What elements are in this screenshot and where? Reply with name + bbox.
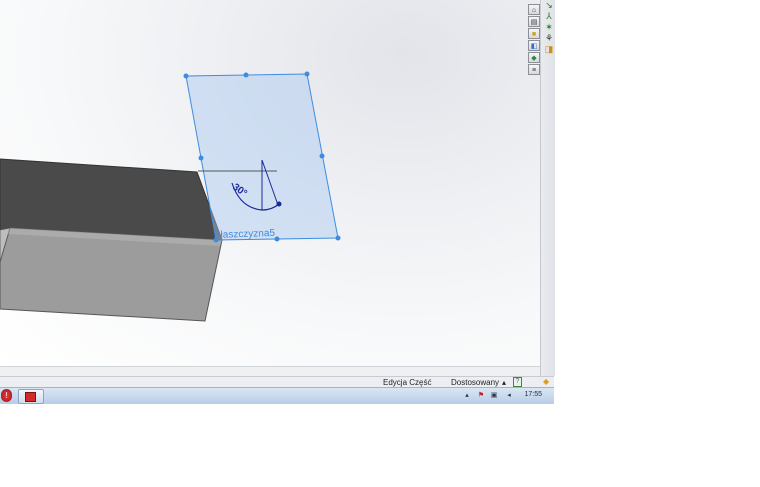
plane-handle <box>198 155 204 161</box>
tray-expand-arrow[interactable]: ▴ <box>463 392 471 400</box>
model-canvas[interactable]: 30° Płaszczyzna5 <box>0 0 540 366</box>
task-pane-tabs: ⌂ ▤ ■ ◧ ◆ ≡ <box>528 4 542 76</box>
edit-mode-label: Edycja Część <box>383 378 432 387</box>
orientation-icon[interactable]: ↘ <box>543 0 555 11</box>
units-dropdown-arrow[interactable]: ▴ <box>502 378 506 387</box>
graphics-viewport[interactable]: 30° Płaszczyzna5 <box>0 0 540 366</box>
view-tools: ↘ ⅄ ✶ ⚘ ◨ <box>543 0 555 55</box>
palette-icon[interactable]: ◆ <box>528 52 540 63</box>
plane-handle <box>304 71 310 77</box>
network-icon[interactable]: ▣ <box>490 392 498 400</box>
axes-icon[interactable]: ⅄ <box>543 11 555 22</box>
help-icon[interactable]: ? <box>513 377 522 387</box>
solidworks-taskbar-button[interactable] <box>18 389 44 404</box>
plane-handle <box>335 235 341 241</box>
plane-handle <box>243 72 249 78</box>
lights-icon[interactable]: ✶ <box>543 22 555 33</box>
block-top-face[interactable] <box>0 158 223 241</box>
appearance-icon[interactable]: ◧ <box>528 40 540 51</box>
folder-icon[interactable]: ■ <box>528 28 540 39</box>
rebuild-icon[interactable]: ◆ <box>543 377 549 386</box>
plane-handle <box>274 236 280 242</box>
scene-icon[interactable]: ⚘ <box>543 33 555 44</box>
volume-icon[interactable]: ◂ <box>505 392 513 400</box>
stop-icon[interactable]: ! <box>1 389 12 402</box>
taskbar: ! ▴ ⚑ ▣ ◂ 17:55 <box>0 387 554 404</box>
right-panel-edge <box>540 0 555 376</box>
resources-icon[interactable]: ▤ <box>528 16 540 27</box>
home-icon[interactable]: ⌂ <box>528 4 540 15</box>
plane-handle <box>319 153 325 159</box>
camera-icon[interactable]: ◨ <box>543 44 555 55</box>
angle-arc-endpoint <box>276 201 282 207</box>
properties-icon[interactable]: ≡ <box>528 64 540 75</box>
plane-name-label[interactable]: Płaszczyzna5 <box>214 228 276 241</box>
action-center-icon[interactable]: ⚑ <box>477 392 485 400</box>
clock[interactable]: 17:55 <box>524 391 542 398</box>
plane-handle <box>183 73 189 79</box>
units-label[interactable]: Dostosowany <box>451 378 499 387</box>
solidworks-icon <box>25 392 36 402</box>
